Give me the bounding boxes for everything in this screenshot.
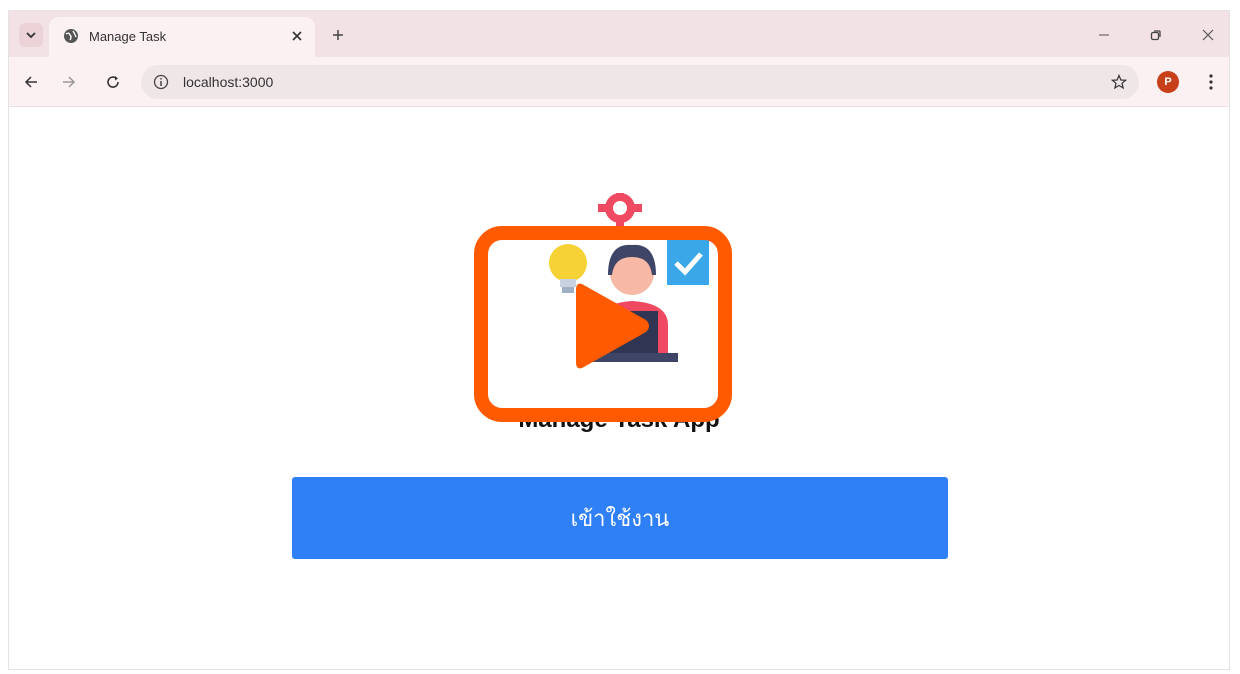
window-close-button[interactable] — [1197, 24, 1219, 46]
reload-button[interactable] — [101, 70, 125, 94]
video-play-overlay[interactable] — [474, 226, 732, 422]
tab-strip: Manage Task — [9, 11, 1229, 57]
tab-search-button[interactable] — [19, 23, 43, 47]
globe-icon — [64, 29, 78, 43]
restore-icon — [1150, 30, 1161, 41]
site-info-icon[interactable] — [153, 74, 169, 90]
url-text[interactable]: localhost:3000 — [183, 74, 273, 90]
chevron-down-icon — [26, 32, 36, 39]
forward-button[interactable] — [57, 70, 81, 94]
login-button[interactable]: เข้าใช้งาน — [292, 477, 948, 559]
star-icon — [1111, 74, 1127, 90]
minimize-icon — [1099, 34, 1109, 36]
bookmark-button[interactable] — [1109, 72, 1129, 92]
tab-title: Manage Task — [89, 29, 167, 44]
new-tab-button[interactable] — [327, 24, 349, 46]
gear-icon — [598, 193, 642, 230]
restore-button[interactable] — [1145, 24, 1167, 46]
close-icon — [292, 31, 302, 41]
reload-icon — [107, 76, 119, 88]
kebab-menu-icon — [1209, 74, 1213, 90]
address-bar[interactable]: localhost:3000 — [141, 65, 1139, 99]
plus-icon — [333, 30, 343, 40]
tab-close-button[interactable] — [287, 26, 307, 46]
minimize-button[interactable] — [1093, 24, 1115, 46]
browser-toolbar: localhost:3000 P — [9, 57, 1229, 107]
tab-manage-task[interactable]: Manage Task — [49, 17, 315, 57]
profile-avatar[interactable]: P — [1157, 71, 1179, 93]
browser-menu-button[interactable] — [1201, 70, 1221, 94]
back-icon — [24, 76, 37, 88]
forward-icon — [63, 76, 76, 88]
back-button[interactable] — [19, 70, 43, 94]
close-icon — [1202, 29, 1214, 41]
play-icon — [576, 283, 649, 369]
